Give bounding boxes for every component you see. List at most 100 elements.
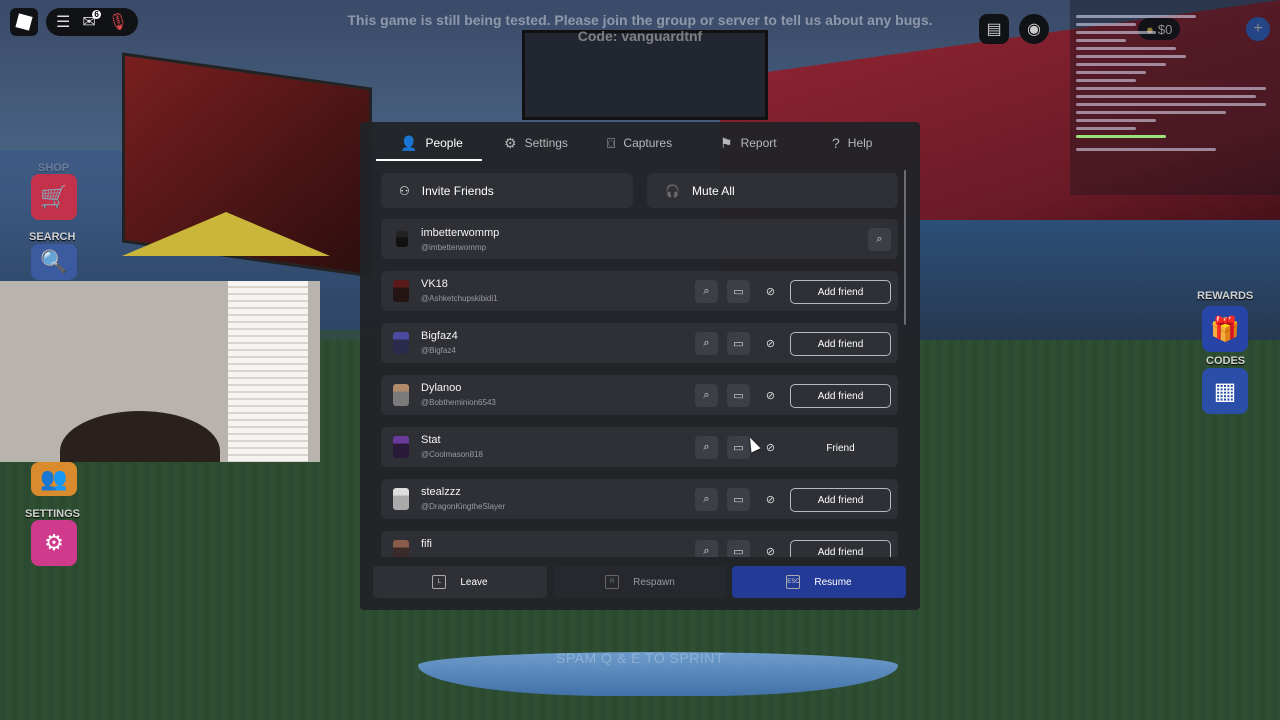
mute-all-label: Mute All [691, 183, 735, 198]
tab-label: Report [740, 136, 777, 150]
tab-settings[interactable]: ⚙ Settings [504, 132, 568, 154]
inspect-icon[interactable]: ⌕ [695, 488, 718, 511]
resume-button[interactable]: ESC Resume [732, 566, 906, 598]
person-head [60, 411, 220, 462]
player-row: Stat @Coolmason818 ⌕ ▭ ⊘ Friend [381, 427, 898, 467]
chat-icon[interactable]: ▭ [727, 280, 750, 303]
block-icon[interactable]: ⊘ [759, 488, 782, 511]
inspect-icon[interactable]: ⌕ [695, 540, 718, 557]
leaderboard-icon[interactable]: ▤ [979, 14, 1009, 44]
add-friend-button[interactable]: Add friend [790, 488, 891, 512]
player-name: Dylanoo [421, 382, 462, 394]
inspect-icon[interactable]: ⌕ [695, 384, 718, 407]
block-icon[interactable]: ⊘ [759, 436, 782, 459]
avatar [393, 280, 409, 302]
test-banner: This game is still being tested. Please … [347, 12, 933, 44]
add-friend-button[interactable]: Add friend [790, 540, 891, 557]
active-tab-indicator [376, 159, 482, 161]
search-label: SEARCH [29, 231, 76, 243]
tab-captures[interactable]: ⌼ Captures [607, 132, 672, 154]
player-row: stealzzz @DragonKingtheSlayer ⌕ ▭ ⊘ Add … [381, 479, 898, 519]
block-icon[interactable]: ⊘ [759, 384, 782, 407]
key-hint: ESC [786, 575, 801, 589]
mute-all-button[interactable]: 🎧 Mute All [647, 173, 898, 208]
leave-label: Leave [460, 576, 488, 588]
flag-icon: ⚑ [720, 135, 733, 151]
chat-window [1070, 0, 1280, 195]
tab-label: Settings [524, 136, 568, 150]
respawn-label: Respawn [633, 576, 675, 588]
leave-button[interactable]: L Leave [373, 566, 547, 598]
player-name: fifi [421, 538, 432, 550]
block-icon[interactable]: ⊘ [759, 540, 782, 557]
search-icon[interactable]: 🔍 [31, 244, 77, 280]
qr-code-icon[interactable]: ▦ [1202, 368, 1248, 414]
add-friend-button[interactable]: Add friend [790, 332, 891, 356]
chat-icon[interactable]: ▭ [727, 540, 750, 557]
chat-icon[interactable]: ✉ 6 [82, 10, 101, 32]
game-menu: 👤 People ⚙ Settings ⌼ Captures ⚑ Report … [360, 122, 920, 610]
tab-label: Help [847, 136, 873, 150]
notification-count: 6 [92, 10, 101, 19]
add-friend-button[interactable]: Add friend [790, 384, 891, 408]
inspect-icon[interactable]: ⌕ [695, 332, 718, 355]
block-icon[interactable]: ⊘ [759, 280, 782, 303]
inspect-icon[interactable]: ⌕ [695, 280, 718, 303]
tab-people[interactable]: 👤 People [400, 132, 463, 154]
player-handle: @Coolmason818 [421, 450, 483, 459]
player-handle: @Bigfaz4 [421, 346, 456, 355]
sprint-hint: SPAM Q & E TO SPRINT [556, 650, 724, 666]
player-name: VK18 [421, 278, 448, 290]
add-friend-button[interactable]: Add friend [790, 280, 891, 304]
chat-icon[interactable]: ▭ [727, 332, 750, 355]
people-icon: 👤 [400, 135, 418, 151]
friend-status: Friend [826, 442, 855, 454]
window-blinds [228, 281, 308, 462]
key-hint: L [432, 575, 447, 589]
inspect-icon[interactable]: ⌕ [695, 436, 718, 459]
friends-icon[interactable]: 👥 [31, 462, 77, 496]
tab-report[interactable]: ⚑ Report [720, 132, 777, 154]
player-handle: @DragonKingtheSlayer [421, 502, 506, 511]
avatar [393, 488, 409, 510]
hamburger-menu-icon[interactable]: ☰ [56, 12, 70, 32]
avatar [393, 436, 409, 458]
hud-pill: ☰ ✉ 6 🎙 [46, 8, 139, 36]
cart-icon[interactable]: 🛒 [31, 174, 77, 220]
player-row: VK18 @Ashketchupskibidi1 ⌕ ▭ ⊘ Add frien… [381, 271, 898, 311]
player-row: Bigfaz4 @Bigfaz4 ⌕ ▭ ⊘ Add friend [381, 323, 898, 363]
tab-label: Captures [623, 136, 673, 150]
chat-icon[interactable]: ▭ [727, 488, 750, 511]
microphone-icon[interactable]: 🎙 [108, 12, 128, 32]
help-icon: ? [832, 135, 840, 151]
player-row: Dylanoo @Bobtheminion6543 ⌕ ▭ ⊘ Add frie… [381, 375, 898, 415]
invite-friends-button[interactable]: ⚇ Invite Friends [381, 173, 633, 208]
webcam-overlay [0, 281, 320, 462]
eye-icon[interactable]: ◉ [1019, 14, 1049, 44]
key-hint: R [605, 575, 620, 589]
player-name: Stat [421, 434, 441, 446]
avatar [393, 540, 409, 557]
player-handle: @Ashketchupskibidi1 [421, 294, 498, 303]
avatar [393, 332, 409, 354]
player-list: VK18 @Ashketchupskibidi1 ⌕ ▭ ⊘ Add frien… [360, 217, 920, 557]
tab-label: People [425, 136, 463, 150]
respawn-button[interactable]: R Respawn [553, 566, 727, 598]
invite-icon: ⚇ [399, 183, 410, 198]
gear-icon[interactable]: ⚙ [31, 520, 77, 566]
chat-icon[interactable]: ▭ [727, 384, 750, 407]
top-left-hud: ☰ ✉ 6 🎙 [10, 8, 139, 36]
player-name: stealzzz [421, 486, 461, 498]
shop-label: SHOP [38, 162, 70, 174]
block-icon[interactable]: ⊘ [759, 332, 782, 355]
player-name: Bigfaz4 [421, 330, 458, 342]
camera-icon: ⌼ [607, 135, 616, 151]
resume-label: Resume [814, 576, 852, 588]
gift-icon[interactable]: 🎁 [1202, 306, 1248, 352]
roblox-logo-icon[interactable] [10, 8, 38, 36]
invite-friends-label: Invite Friends [421, 183, 494, 198]
player-handle: @Bobtheminion6543 [421, 398, 496, 407]
avatar [393, 384, 409, 406]
headphones-icon: 🎧 [665, 183, 680, 198]
tab-help[interactable]: ? Help [832, 132, 872, 154]
